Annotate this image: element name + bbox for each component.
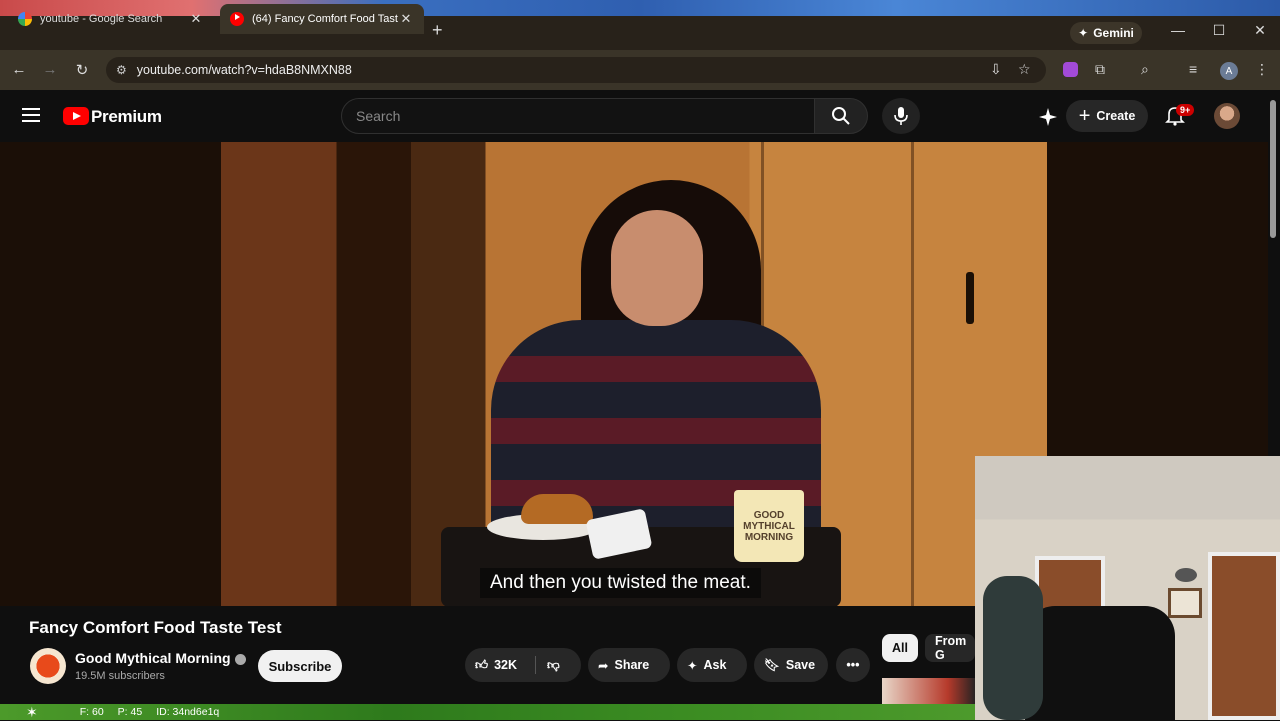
tab-title: (64) Fancy Comfort Food Taste Test [252, 13, 398, 25]
gmm-mug: GOOD MYTHICAL MORNING [734, 490, 804, 562]
ask-button[interactable]: ✦ Ask [677, 648, 747, 682]
gemini-label: Gemini [1093, 26, 1134, 40]
save-button[interactable]: 🔖︎ Save [754, 648, 828, 682]
create-label: Create [1096, 109, 1136, 123]
room-door [1208, 552, 1280, 720]
video-player[interactable]: GOOD MYTHICAL MORNING [221, 142, 1047, 606]
subscriber-count: 19.5M subscribers [75, 670, 165, 682]
like-dislike-group: 👍︎ 32K 👎︎ [465, 648, 581, 682]
close-icon[interactable]: ✕ [398, 11, 414, 27]
profile-avatar[interactable]: A [1220, 62, 1238, 80]
create-button[interactable]: + Create [1066, 100, 1148, 132]
sparkle-icon: ✦ [1078, 26, 1089, 40]
fps-readout: F: 60 [79, 706, 104, 718]
bookmark-icon: 🔖︎ [764, 657, 780, 672]
ask-label: Ask [703, 658, 727, 672]
bookmark-star-icon[interactable]: ☆ [1018, 61, 1031, 78]
mug-text: MYTHICAL [743, 520, 795, 532]
chip-from-channel[interactable]: From G [925, 634, 975, 662]
window-close-icon[interactable]: ✕ [1250, 22, 1270, 39]
youtube-logo-icon[interactable] [63, 107, 89, 125]
microphone-icon [894, 107, 908, 125]
divider [535, 656, 536, 674]
scrollbar-thumb[interactable] [1270, 100, 1276, 238]
install-app-icon[interactable]: ⇩ [990, 61, 1002, 78]
door-seam [911, 142, 914, 606]
mug-text: GOOD [753, 509, 785, 521]
media-controls-icon[interactable]: ≡ [1189, 61, 1197, 77]
new-tab-button[interactable]: + [432, 20, 443, 41]
tab-title: youtube - Google Search [40, 13, 163, 25]
webcam-overlay [975, 456, 1280, 720]
youtube-brand[interactable]: Premium [91, 107, 162, 127]
notification-count-badge: 9+ [1176, 104, 1195, 116]
video-caption: And then you twisted the meat. [480, 568, 761, 598]
sparkle-icon: ✦ [687, 658, 698, 673]
back-icon[interactable]: ← [9, 61, 29, 78]
forward-icon[interactable]: → [40, 61, 60, 78]
studio-sparkle-icon[interactable] [1038, 107, 1058, 132]
share-button[interactable]: ➦ Share [588, 648, 670, 682]
close-icon[interactable]: ✕ [188, 11, 204, 27]
chip-all[interactable]: All [882, 634, 918, 662]
wall-picture-frame [1168, 588, 1202, 618]
google-icon [18, 12, 32, 26]
door-handle [966, 272, 974, 324]
wall-clock [1175, 568, 1197, 582]
youtube-icon [230, 12, 244, 26]
streamer-figure [983, 576, 1043, 720]
minimize-icon[interactable]: — [1168, 22, 1188, 38]
like-count[interactable]: 32K [494, 658, 517, 672]
tab-google-search[interactable]: youtube - Google Search ✕ [8, 4, 214, 34]
voice-search-button[interactable] [882, 98, 920, 134]
extensions-puzzle-icon[interactable]: ⧉ [1095, 61, 1105, 78]
hamburger-menu-icon[interactable] [22, 108, 40, 126]
maximize-icon[interactable]: ☐ [1209, 22, 1229, 39]
site-info-icon[interactable]: ⚙ [116, 63, 127, 77]
channel-name[interactable]: Good Mythical Morning [75, 650, 246, 666]
search-button[interactable] [814, 98, 868, 134]
url-text: youtube.com/watch?v=hdaB8NMXN88 [136, 63, 352, 77]
gemini-button[interactable]: ✦ Gemini [1070, 22, 1142, 44]
verified-icon [234, 653, 246, 665]
tab-youtube-video[interactable]: (64) Fancy Comfort Food Taste Test ✕ [220, 4, 424, 34]
food-dish [521, 494, 593, 524]
subscribe-button[interactable]: Subscribe [258, 650, 342, 682]
star-icon: ✶ [26, 703, 38, 720]
save-label: Save [785, 658, 816, 672]
person-face [611, 210, 703, 326]
video-title: Fancy Comfort Food Taste Test [29, 618, 282, 637]
p-readout: P: 45 [117, 706, 143, 718]
more-horizontal-icon: ••• [846, 658, 860, 672]
share-arrow-icon: ➦ [598, 658, 609, 673]
reload-icon[interactable]: ↻ [72, 61, 92, 79]
id-readout: ID: 34nd6e1q [156, 706, 220, 718]
gaming-chair [1025, 606, 1175, 720]
account-avatar[interactable] [1214, 103, 1240, 129]
share-label: Share [614, 658, 650, 672]
thumbs-down-icon[interactable]: 👎︎ [547, 658, 560, 673]
search-input[interactable]: Search [341, 98, 815, 134]
tab-search-icon[interactable]: ⌕ [1141, 61, 1149, 78]
address-bar[interactable]: ⚙ youtube.com/watch?v=hdaB8NMXN88 [106, 57, 1046, 83]
channel-avatar[interactable] [30, 648, 66, 684]
menu-kebab-icon[interactable]: ⋮ [1255, 61, 1269, 78]
extension-icon[interactable] [1063, 62, 1078, 77]
more-actions-button[interactable]: ••• [836, 648, 870, 682]
search-icon [832, 107, 850, 125]
mug-text: MORNING [744, 531, 794, 543]
stream-status-strip: ✶ F: 60 P: 45 ID: 34nd6e1q [0, 704, 975, 720]
recommended-video-thumbnail[interactable] [882, 678, 976, 706]
channel-name-text: Good Mythical Morning [75, 650, 231, 666]
plus-icon: + [1078, 104, 1091, 127]
thumbs-up-icon[interactable]: 👍︎ [475, 658, 488, 673]
